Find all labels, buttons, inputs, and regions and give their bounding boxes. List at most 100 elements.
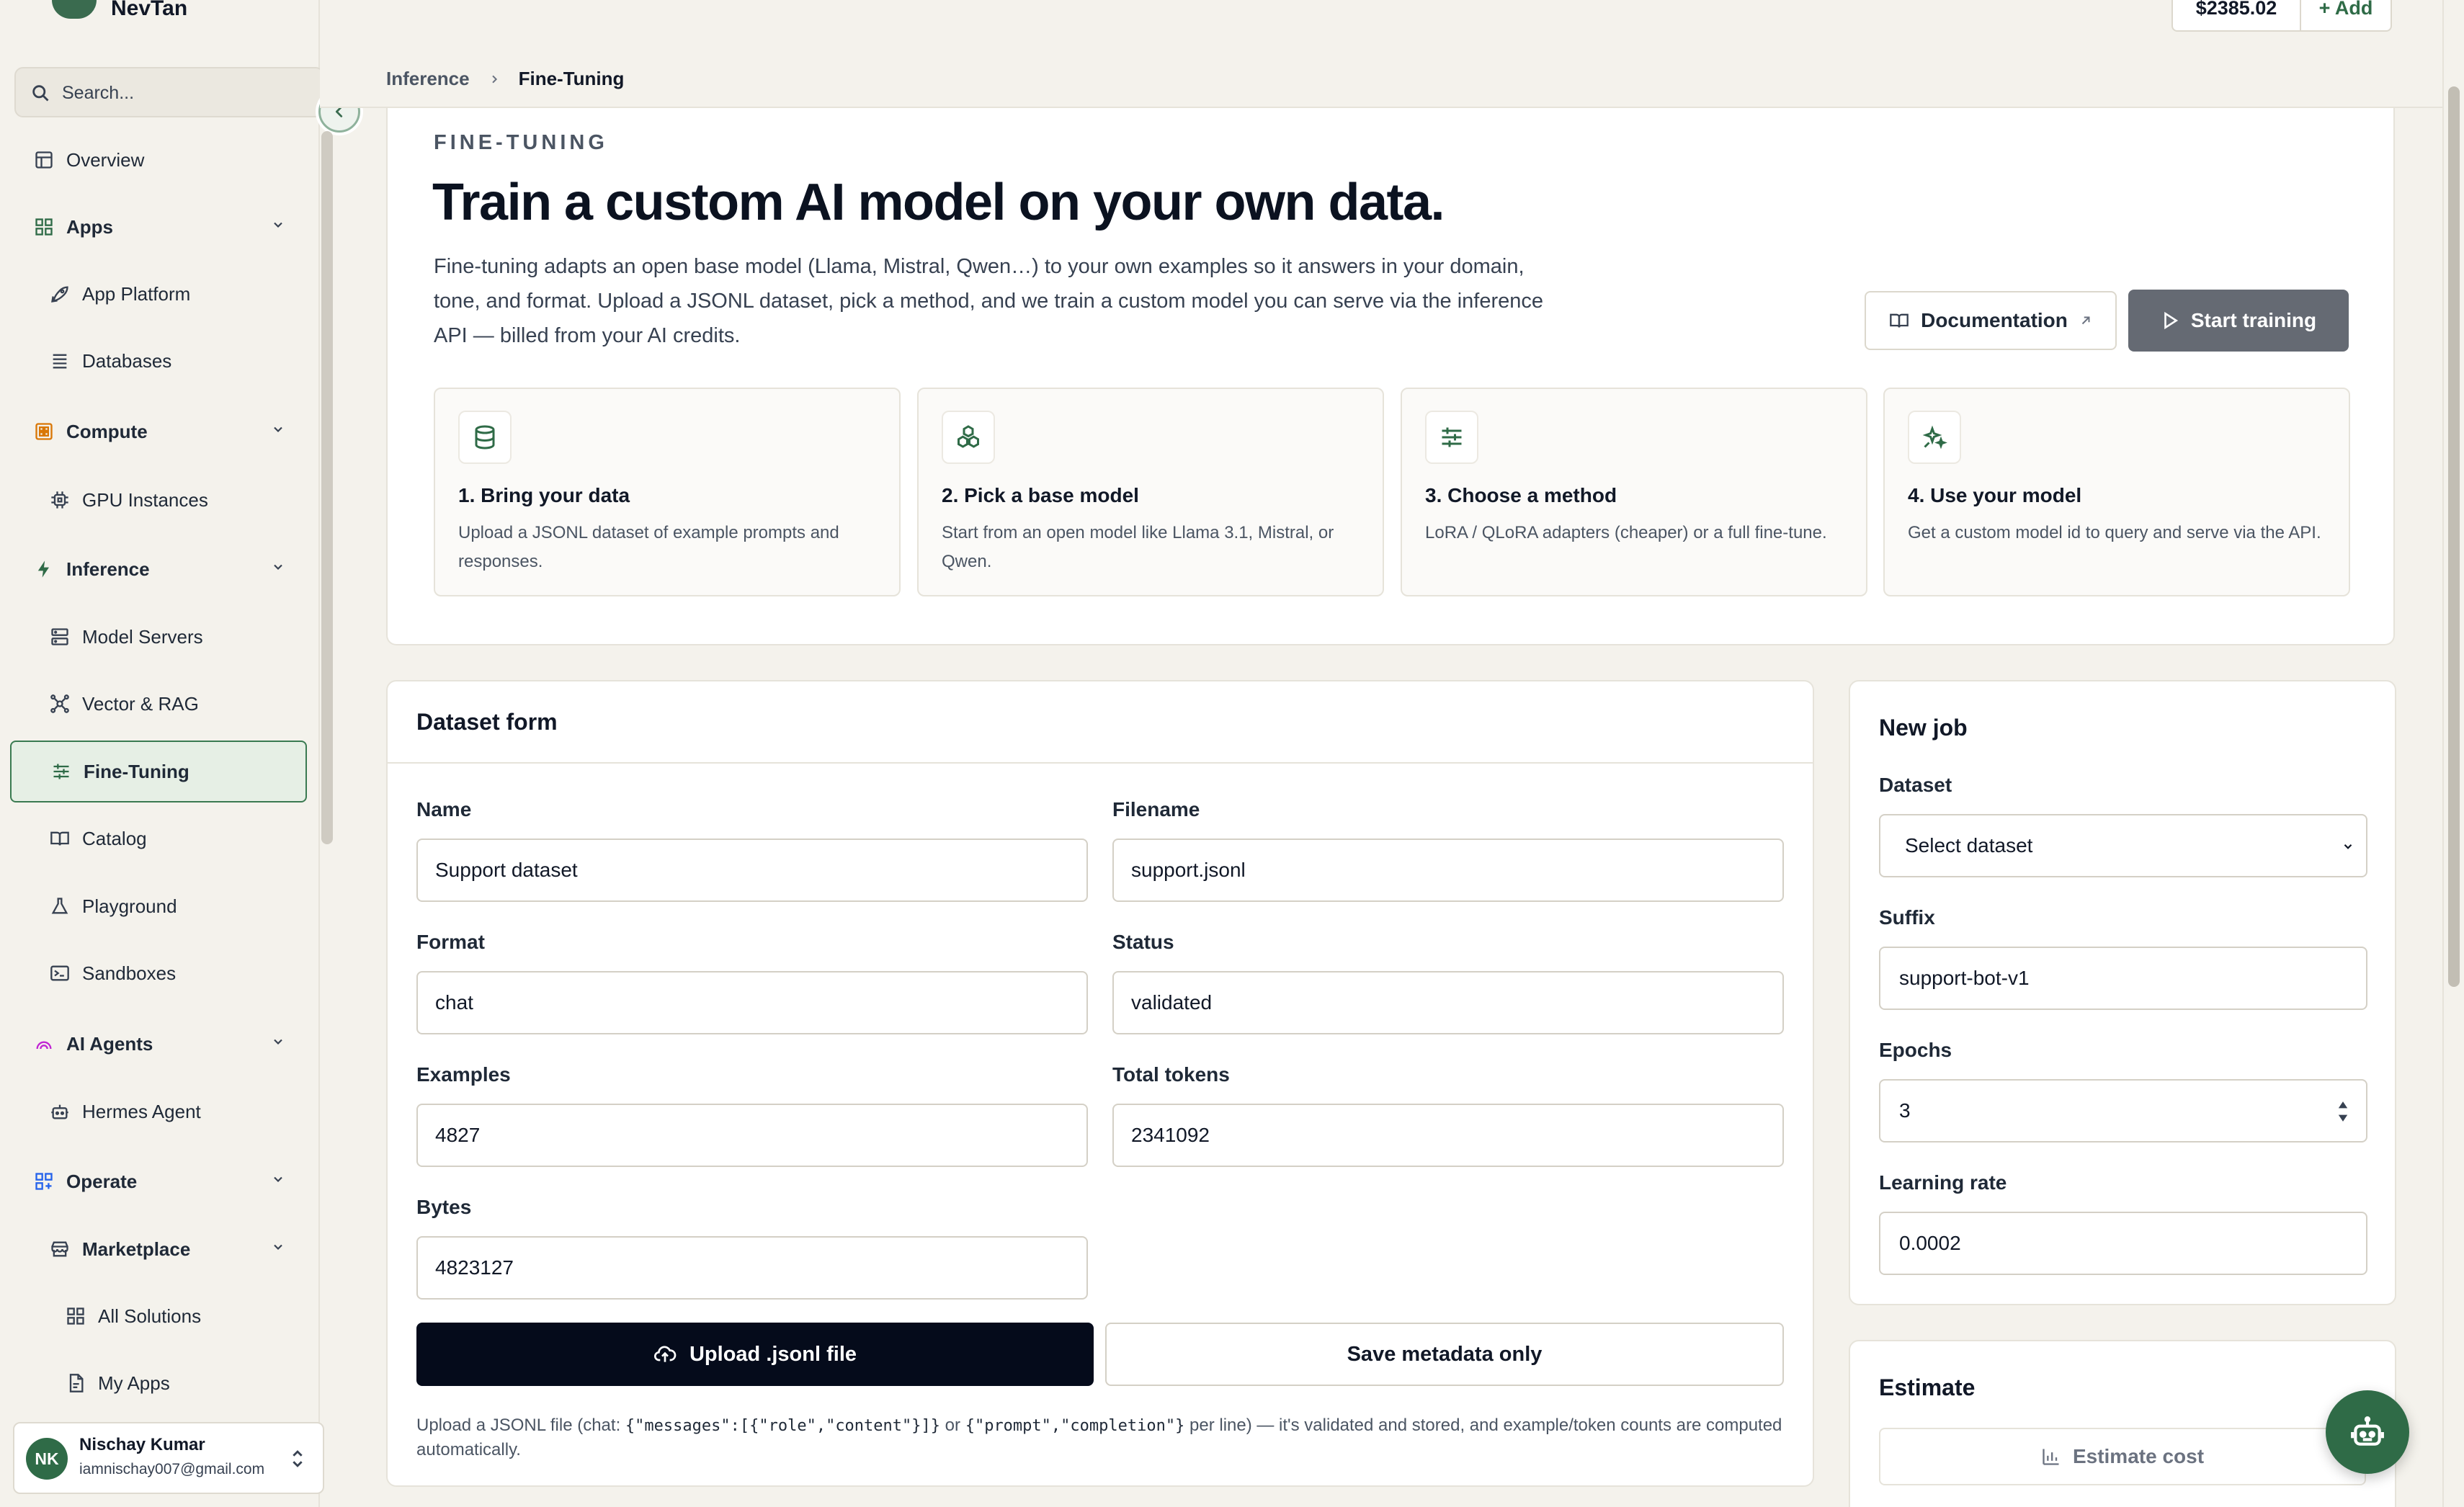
play-icon [2161,311,2179,330]
learning-rate-field[interactable]: 0.0002 [1879,1212,2367,1275]
learning-rate-label: Learning rate [1879,1171,2007,1194]
chevron-down-icon [271,1240,285,1254]
book-icon [48,826,72,851]
breadcrumb-bar [320,53,2442,108]
sidebar-item-compute[interactable]: Compute [10,401,307,462]
name-field[interactable]: Support dataset [416,839,1088,902]
epochs-stepper[interactable]: 3 [1879,1079,2367,1142]
sidebar-item-label: App Platform [82,282,191,305]
cloud-upload-icon [653,1343,677,1366]
step-title: 1. Bring your data [458,484,630,506]
search-icon [30,83,50,103]
breadcrumb: Inference Fine-Tuning [386,68,624,90]
format-field[interactable]: chat [416,971,1088,1034]
sidebar-item-inference[interactable]: Inference [10,538,307,600]
sidebar-item-model-servers[interactable]: Model Servers [10,606,307,668]
bot-icon [2349,1414,2385,1450]
step-title: 2. Pick a base model [942,484,1139,506]
chevron-down-icon [271,1034,285,1049]
cpu-icon [48,488,72,512]
examples-field[interactable]: 4827 [416,1104,1088,1167]
sidebar-item-label: Sandboxes [82,962,177,984]
sidebar-item-label: Hermes Agent [82,1100,201,1122]
sidebar-scrollbar[interactable] [321,131,333,844]
sidebar-item-sandboxes[interactable]: Sandboxes [10,942,307,1004]
sidebar-item-hermes-agent[interactable]: Hermes Agent [10,1081,307,1142]
chevrons-up-down-icon [290,1446,305,1471]
operate-icon [32,1169,56,1194]
filename-field[interactable]: support.jsonl [1112,839,1784,902]
suffix-field[interactable]: support-bot-v1 [1879,947,2367,1010]
bytes-label: Bytes [416,1196,472,1218]
bot-icon [48,1099,72,1124]
sidebar-item-label: Compute [66,420,148,442]
sidebar-item-app-platform[interactable]: App Platform [10,263,307,325]
sidebar-item-overview[interactable]: Overview [10,129,307,191]
sparkles-icon [1921,424,1947,450]
sidebar-item-playground[interactable]: Playground [10,875,307,937]
page-description: Fine-tuning adapts an open base model (L… [434,255,1543,347]
sidebar-item-operate[interactable]: Operate [10,1150,307,1212]
status-label: Status [1112,931,1174,953]
sidebar-item-gpu-instances[interactable]: GPU Instances [10,469,307,531]
brand-name[interactable]: NevTan [111,0,187,19]
breadcrumb-inference[interactable]: Inference [386,68,470,90]
documentation-label: Documentation [1921,309,2068,331]
estimate-cost-label: Estimate cost [2072,1445,2205,1467]
chevron-down-icon [271,1172,285,1186]
database-icon [472,424,498,450]
sidebar-item-label: GPU Instances [82,488,208,511]
format-label: Format [416,931,485,953]
chevron-down-icon [271,218,285,232]
sidebar-item-all-solutions[interactable]: All Solutions [10,1285,307,1347]
divider [388,762,1813,764]
documentation-button[interactable]: Documentation [1865,291,2117,350]
sidebar-item-marketplace[interactable]: Marketplace [10,1218,307,1280]
network-icon [48,692,72,716]
new-job-title: New job [1879,715,1968,741]
sidebar-item-fine-tuning[interactable]: Fine-Tuning [10,741,307,802]
total-tokens-field[interactable]: 2341092 [1112,1104,1784,1167]
epochs-label: Epochs [1879,1039,1952,1061]
step-card: 4. Use your model Get a custom model id … [1883,388,2350,596]
add-credits-button[interactable]: + Add [2301,0,2391,30]
filename-label: Filename [1112,798,1200,820]
dataset-select-value: Select dataset [1905,834,2033,857]
layout-icon [32,148,56,172]
sidebar-item-label: Inference [66,558,150,580]
help-text: or [940,1416,965,1435]
sliders-icon [1439,424,1465,450]
upload-jsonl-button[interactable]: Upload .jsonl file [416,1323,1094,1386]
dataset-label: Dataset [1879,774,1952,796]
sliders-icon [49,759,73,784]
chevron-down-icon [271,560,285,574]
sidebar-item-ai-agents[interactable]: AI Agents [10,1013,307,1075]
sidebar-item-apps[interactable]: Apps [10,196,307,258]
sidebar-item-databases[interactable]: Databases [10,330,307,392]
bytes-field[interactable]: 4823127 [416,1236,1088,1300]
user-menu[interactable]: NK Nischay Kumar iamnischay007@gmail.com [13,1422,324,1494]
sidebar-item-label: Playground [82,895,177,917]
step-card: 1. Bring your data Upload a JSONL datase… [434,388,901,596]
status-field[interactable]: validated [1112,971,1784,1034]
file-icon [63,1371,88,1395]
start-training-button[interactable]: Start training [2128,290,2349,352]
estimate-cost-button[interactable]: Estimate cost [1879,1428,2366,1485]
step-description: Get a custom model id to query and serve… [1908,523,2321,542]
stepper-arrows-icon[interactable] [2337,1099,2349,1124]
main-scrollbar[interactable] [2448,86,2460,987]
sidebar-item-vector-rag[interactable]: Vector & RAG [10,673,307,735]
terminal-icon [48,961,72,985]
step-card: 3. Choose a method LoRA / QLoRA adapters… [1401,388,1867,596]
breadcrumb-current: Fine-Tuning [518,68,625,89]
flask-icon [48,894,72,918]
cubes-icon [955,424,981,450]
save-metadata-button[interactable]: Save metadata only [1105,1323,1784,1386]
sidebar-item-my-apps[interactable]: My Apps [10,1352,307,1414]
sidebar-item-catalog[interactable]: Catalog [10,808,307,869]
assistant-chat-button[interactable] [2326,1390,2409,1474]
dataset-select[interactable]: Select dataset [1879,814,2367,877]
bar-chart-icon [2041,1446,2061,1467]
chevron-down-icon [2342,840,2354,853]
search-input[interactable]: Search... [14,67,324,117]
